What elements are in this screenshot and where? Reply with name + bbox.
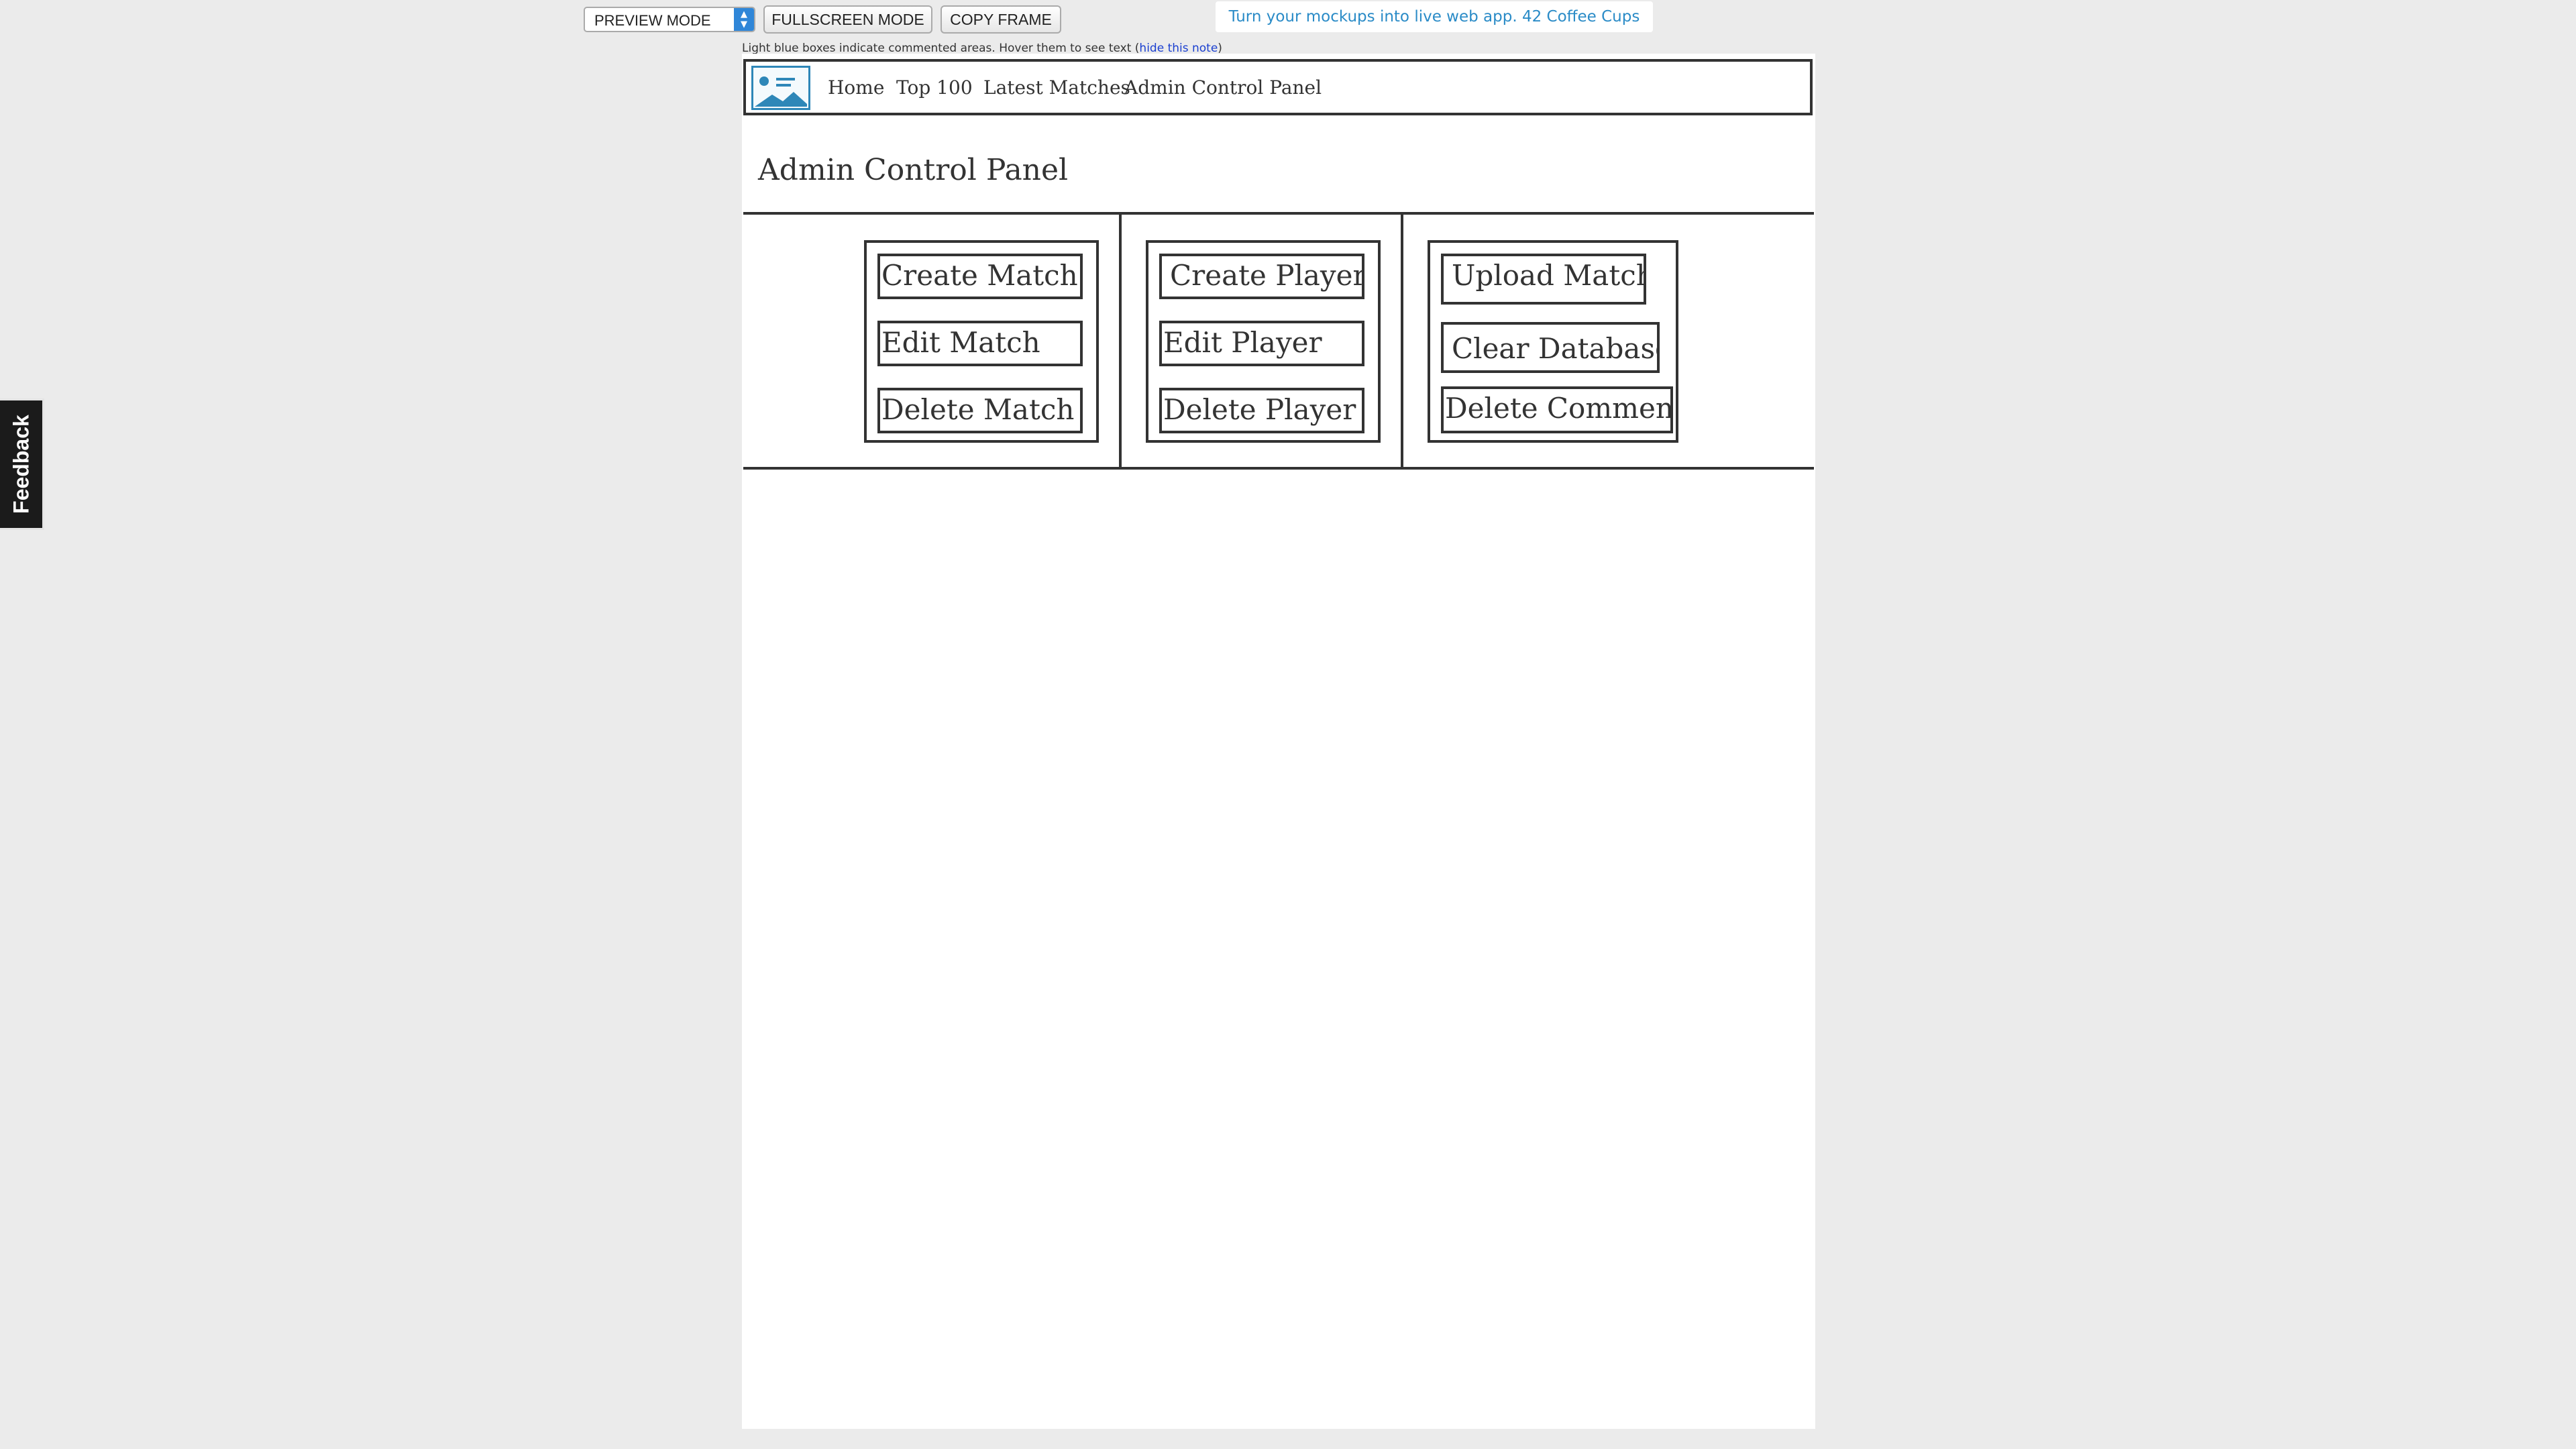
column-divider-1 <box>1119 213 1122 468</box>
top-navbar: Home Top 100 Latest Matches Admin Contro… <box>743 59 1813 115</box>
delete-comment-button[interactable]: Delete Comment <box>1441 386 1673 433</box>
feedback-tab-label: Feedback <box>9 415 33 514</box>
feedback-tab[interactable]: Feedback <box>0 398 44 530</box>
page-title: Admin Control Panel <box>758 153 1069 187</box>
promo-link[interactable]: Turn your mockups into live web app. 42 … <box>1216 1 1653 32</box>
chevron-up-down-icon: ▲ ▼ <box>734 8 754 31</box>
hide-note-link[interactable]: hide this note <box>1139 42 1218 55</box>
upload-match-button[interactable]: Upload Match <box>1441 254 1646 305</box>
column-divider-2 <box>1401 213 1403 468</box>
nav-item-top-100[interactable]: Top 100 <box>896 76 973 99</box>
mockup-canvas: Home Top 100 Latest Matches Admin Contro… <box>742 54 1815 1429</box>
delete-player-button[interactable]: Delete Player <box>1159 388 1364 433</box>
nav-item-home[interactable]: Home <box>828 76 884 99</box>
comment-note: Light blue boxes indicate commented area… <box>742 42 1222 55</box>
divider-top <box>743 212 1814 215</box>
player-actions-group: Create Player Edit Player Delete Player <box>1146 240 1381 443</box>
fullscreen-mode-button[interactable]: FULLSCREEN MODE <box>763 5 932 34</box>
edit-match-button[interactable]: Edit Match <box>877 321 1083 366</box>
delete-match-button[interactable]: Delete Match <box>877 388 1083 433</box>
edit-player-button[interactable]: Edit Player <box>1159 321 1364 366</box>
create-match-button[interactable]: Create Match <box>877 254 1083 299</box>
comment-note-text: Light blue boxes indicate commented area… <box>742 42 1135 55</box>
misc-actions-group: Upload Match Clear Database Delete Comme… <box>1428 240 1678 443</box>
divider-bottom <box>743 467 1814 470</box>
note-paren-close: ) <box>1218 42 1222 55</box>
nav-item-latest-matches[interactable]: Latest Matches <box>983 76 1130 99</box>
create-player-button[interactable]: Create Player <box>1159 254 1364 299</box>
image-placeholder-icon[interactable] <box>751 66 810 110</box>
match-actions-group: Create Match Edit Match Delete Match <box>864 240 1099 443</box>
clear-database-button[interactable]: Clear Database <box>1441 322 1660 373</box>
nav-item-admin-control-panel[interactable]: Admin Control Panel <box>1124 76 1322 99</box>
preview-mode-select[interactable]: PREVIEW MODE ▲ ▼ <box>584 7 755 32</box>
preview-mode-select-value: PREVIEW MODE <box>594 12 711 29</box>
copy-frame-button[interactable]: COPY FRAME <box>941 5 1061 34</box>
